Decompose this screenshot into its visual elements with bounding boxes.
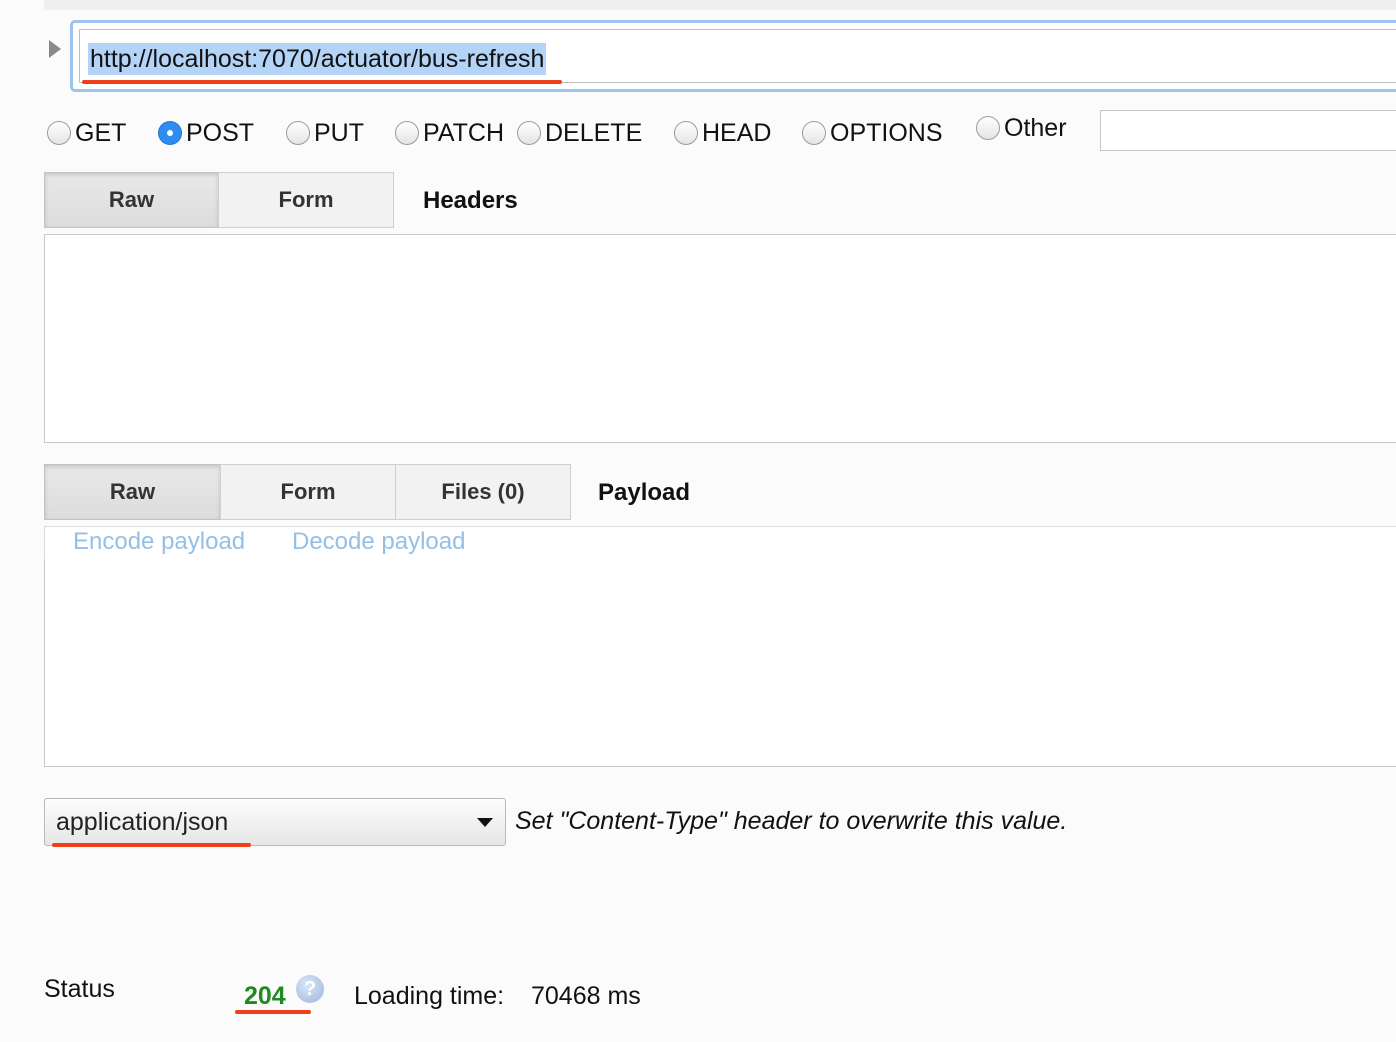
method-patch-label: PATCH: [423, 118, 505, 147]
question-icon[interactable]: ?: [296, 975, 324, 1003]
method-other-label: Other: [1004, 113, 1067, 142]
method-patch-radio[interactable]: [395, 121, 419, 145]
status-code: 204: [244, 982, 286, 1010]
method-put[interactable]: PUT: [286, 110, 364, 156]
method-get[interactable]: GET: [47, 110, 126, 156]
payload-toolbar: Encode payload Decode payload: [44, 526, 1396, 560]
method-other-radio[interactable]: [976, 116, 1000, 140]
payload-tabs: Raw Form Files (0): [44, 464, 571, 520]
headers-tab-raw[interactable]: Raw: [44, 172, 219, 228]
loading-time-value: 70468 ms: [531, 982, 641, 1010]
method-head-label: HEAD: [702, 118, 772, 147]
method-options[interactable]: OPTIONS: [802, 110, 943, 156]
method-options-label: OPTIONS: [830, 118, 943, 147]
content-type-annotation-underline: [52, 843, 251, 847]
payload-title: Payload: [598, 479, 691, 506]
payload-tab-files[interactable]: Files (0): [395, 464, 571, 520]
encode-payload-link[interactable]: Encode payload: [73, 528, 245, 556]
url-annotation-underline: [82, 80, 562, 84]
method-head-radio[interactable]: [674, 121, 698, 145]
method-put-radio[interactable]: [286, 121, 310, 145]
payload-textarea[interactable]: [44, 559, 1396, 767]
method-post-label: POST: [186, 118, 255, 147]
other-method-input[interactable]: [1100, 110, 1396, 151]
headers-tabs: Raw Form: [44, 172, 394, 228]
method-get-label: GET: [75, 118, 127, 147]
method-put-label: PUT: [314, 118, 364, 147]
status-annotation-underline: [235, 1010, 311, 1014]
method-patch[interactable]: PATCH: [395, 110, 504, 156]
content-type-value: application/json: [56, 808, 229, 836]
method-delete[interactable]: DELETE: [517, 110, 642, 156]
method-post-radio[interactable]: [158, 121, 182, 145]
content-type-hint: Set "Content-Type" header to overwrite t…: [515, 807, 1068, 835]
method-options-radio[interactable]: [802, 121, 826, 145]
loading-time-label: Loading time:: [354, 982, 505, 1010]
method-get-radio[interactable]: [47, 121, 71, 145]
top-strip: [44, 0, 1396, 10]
chevron-down-icon: [477, 818, 493, 827]
method-delete-label: DELETE: [545, 118, 643, 147]
headers-textarea[interactable]: [44, 234, 1396, 443]
method-head[interactable]: HEAD: [674, 110, 771, 156]
expand-triangle-icon[interactable]: [49, 40, 61, 58]
payload-tab-form[interactable]: Form: [220, 464, 396, 520]
decode-payload-link[interactable]: Decode payload: [292, 528, 465, 556]
headers-tab-form[interactable]: Form: [218, 172, 394, 228]
headers-title: Headers: [423, 187, 518, 214]
method-other[interactable]: Other: [976, 105, 1067, 151]
method-delete-radio[interactable]: [517, 121, 541, 145]
payload-tab-raw[interactable]: Raw: [44, 464, 221, 520]
method-post[interactable]: POST: [158, 110, 254, 156]
url-input[interactable]: http://localhost:7070/actuator/bus-refre…: [79, 29, 1396, 83]
url-value: http://localhost:7070/actuator/bus-refre…: [88, 43, 547, 75]
status-label: Status: [44, 975, 115, 1003]
content-type-select[interactable]: application/json: [44, 798, 506, 846]
